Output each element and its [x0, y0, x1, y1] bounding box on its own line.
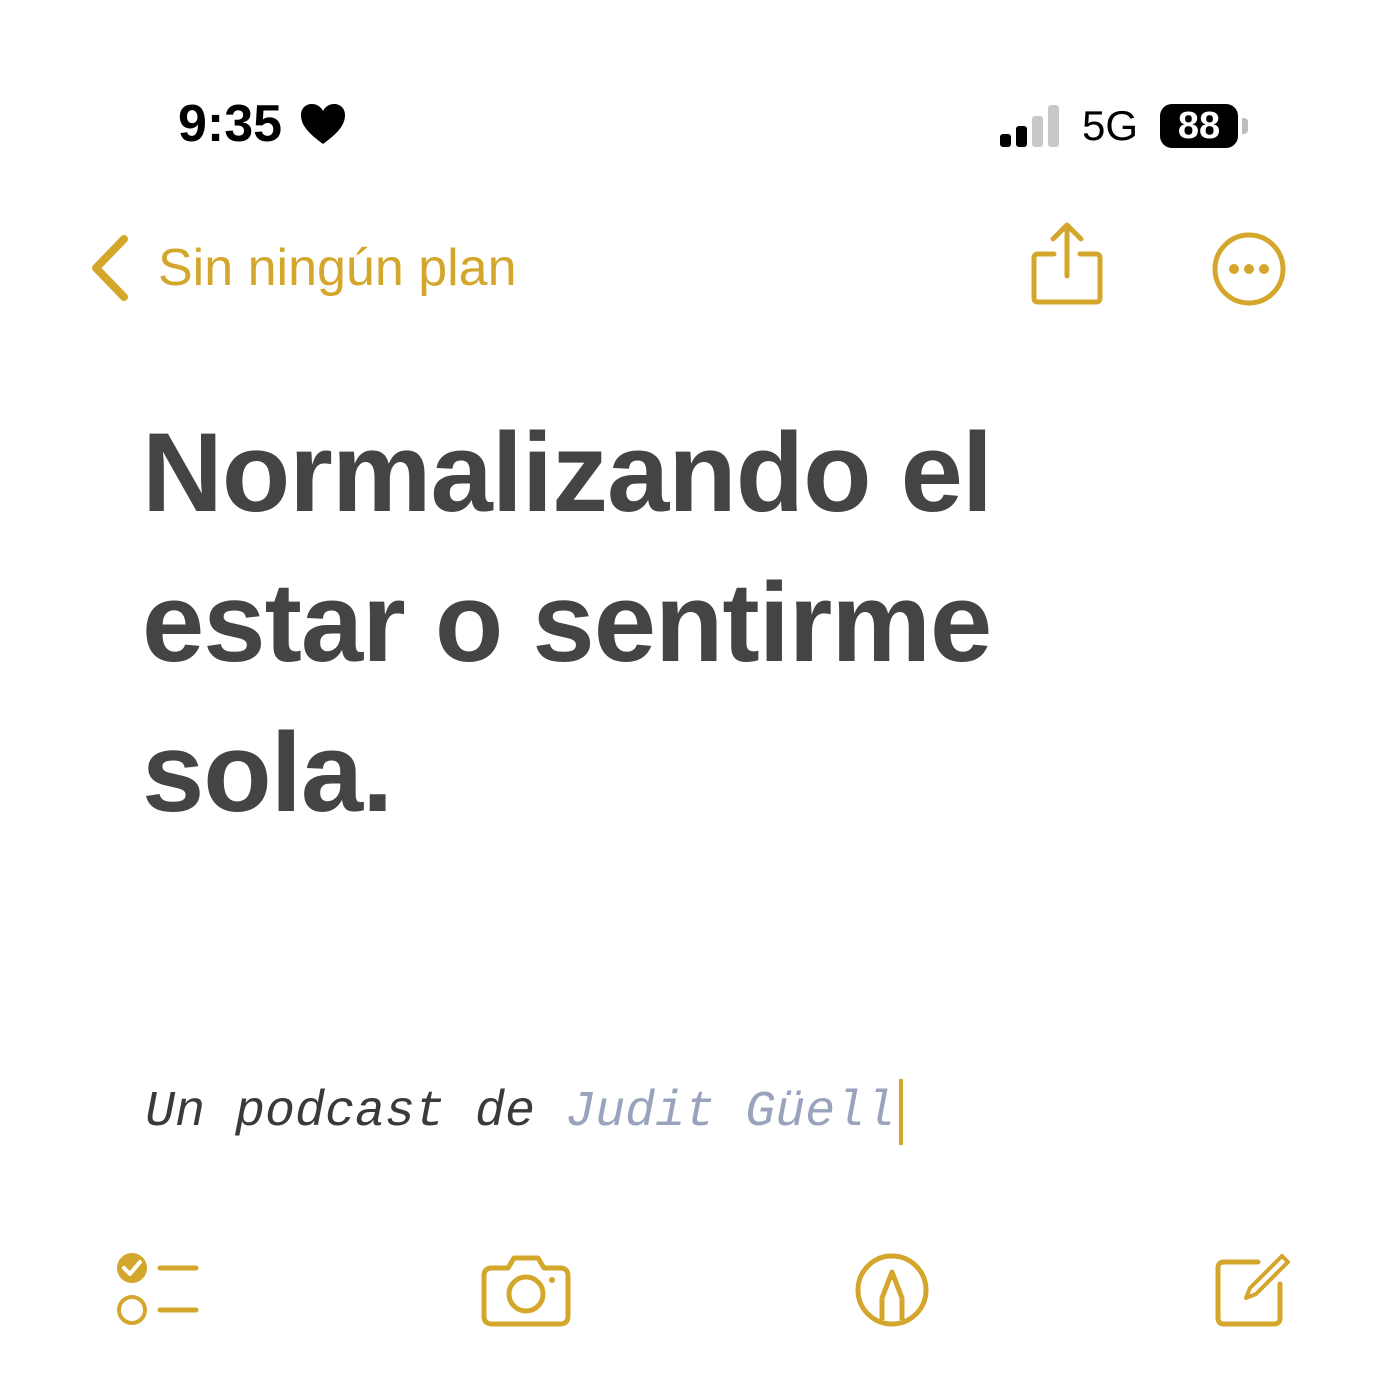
camera-button[interactable] — [478, 1246, 574, 1332]
note-subtitle[interactable]: Un podcast de Judit Güell — [145, 1072, 904, 1152]
note-title-line: Normalizando el — [142, 410, 993, 535]
battery-level: 88 — [1177, 105, 1221, 147]
checklist-button[interactable] — [112, 1246, 208, 1332]
notes-app-screen: 9:35 5G 88 Sin ningún plan Normalizando … — [0, 0, 1400, 1400]
share-icon — [1030, 220, 1104, 306]
back-button-label: Sin ningún plan — [158, 239, 517, 297]
text-cursor — [899, 1079, 904, 1145]
subtitle-prefix: Un podcast de — [145, 1083, 566, 1141]
more-icon — [1210, 230, 1288, 308]
chevron-left-icon — [86, 233, 132, 303]
checklist-icon — [112, 1246, 208, 1332]
note-title-line: sola. — [142, 710, 393, 835]
camera-icon — [478, 1246, 574, 1332]
share-button[interactable] — [1030, 220, 1104, 306]
compose-button[interactable] — [1206, 1246, 1302, 1332]
status-indicators: 5G 88 — [998, 96, 1249, 156]
status-time: 9:35 — [178, 92, 346, 156]
signal-icon — [998, 104, 1064, 148]
status-time-text: 9:35 — [178, 95, 283, 153]
battery-cap — [1242, 118, 1249, 134]
note-title-line: estar o sentirme — [142, 560, 992, 685]
more-button[interactable] — [1210, 230, 1288, 308]
subtitle-author: Judit Güell — [565, 1083, 896, 1141]
markup-icon — [846, 1246, 942, 1332]
battery-icon: 88 — [1160, 104, 1239, 148]
back-button[interactable]: Sin ningún plan — [86, 228, 517, 308]
note-title[interactable]: Normalizando el estar o sentirme sola. — [142, 398, 1242, 848]
heart-icon — [300, 103, 346, 145]
markup-button[interactable] — [846, 1246, 942, 1332]
network-type: 5G — [1082, 102, 1139, 149]
compose-icon — [1206, 1246, 1302, 1332]
